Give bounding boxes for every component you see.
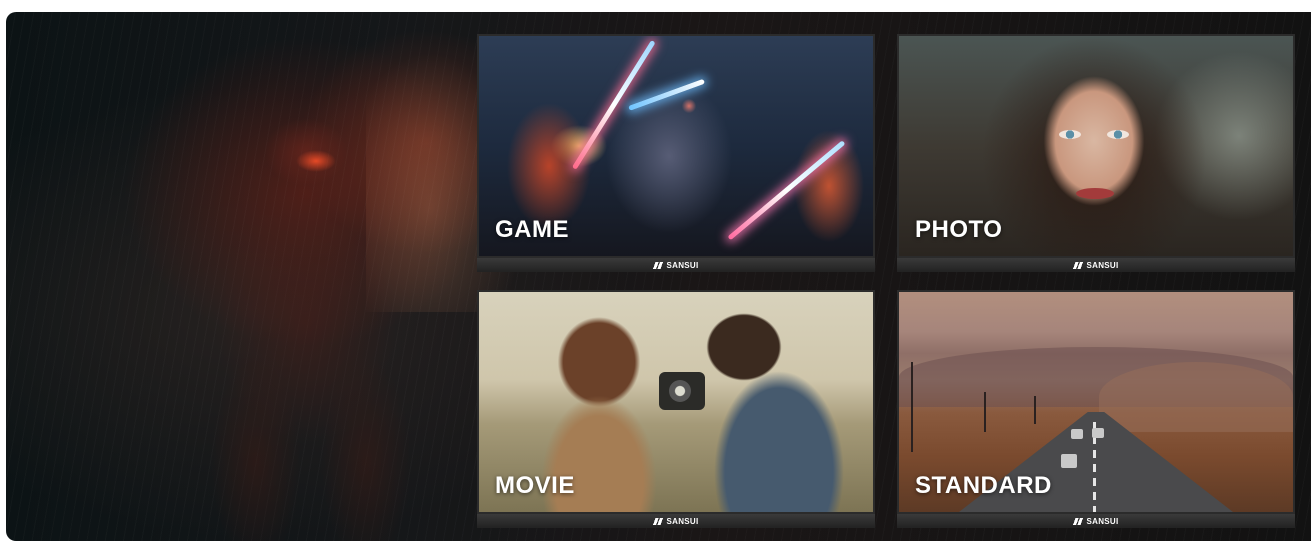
screen-movie-image: MOVIE xyxy=(477,290,875,514)
mode-label-movie: MOVIE xyxy=(495,472,575,499)
hill xyxy=(1099,362,1293,432)
brand-label: SANSUI xyxy=(666,516,699,526)
brand-label: SANSUI xyxy=(1086,260,1119,270)
screen-standard-image: STANDARD xyxy=(897,290,1295,514)
projector-camera xyxy=(659,372,705,410)
mode-label-standard: STANDARD xyxy=(915,472,1052,499)
utility-pole xyxy=(984,392,986,432)
monitor-game: GAME SANSUI xyxy=(477,34,875,272)
monitor-bezel: SANSUI xyxy=(477,514,875,528)
mode-label-game: GAME xyxy=(495,216,569,243)
car xyxy=(1092,428,1104,438)
brand-logo-icon xyxy=(653,517,664,525)
monitor-photo: PHOTO SANSUI xyxy=(897,34,1295,272)
hero-banner: GAME SANSUI PHOTO SANSUI MOVIE SANSUI ST… xyxy=(6,12,1311,541)
utility-pole xyxy=(1034,396,1036,424)
monitor-bezel: SANSUI xyxy=(897,258,1295,272)
eye xyxy=(1107,130,1129,139)
car xyxy=(1061,454,1077,468)
monitor-bezel: SANSUI xyxy=(477,258,875,272)
monitor-bezel: SANSUI xyxy=(897,514,1295,528)
screen-game-image: GAME xyxy=(477,34,875,258)
background-robot-eye xyxy=(296,150,336,172)
brand-label: SANSUI xyxy=(1086,516,1119,526)
screen-photo-image: PHOTO xyxy=(897,34,1295,258)
lips xyxy=(1076,188,1114,199)
utility-pole xyxy=(911,362,913,452)
brand-logo-icon xyxy=(1073,261,1084,269)
monitor-movie: MOVIE SANSUI xyxy=(477,290,875,528)
eye xyxy=(1059,130,1081,139)
monitor-standard: STANDARD SANSUI xyxy=(897,290,1295,528)
brand-logo-icon xyxy=(653,261,664,269)
car xyxy=(1071,429,1083,439)
brand-label: SANSUI xyxy=(666,260,699,270)
brand-logo-icon xyxy=(1073,517,1084,525)
mode-label-photo: PHOTO xyxy=(915,216,1003,243)
